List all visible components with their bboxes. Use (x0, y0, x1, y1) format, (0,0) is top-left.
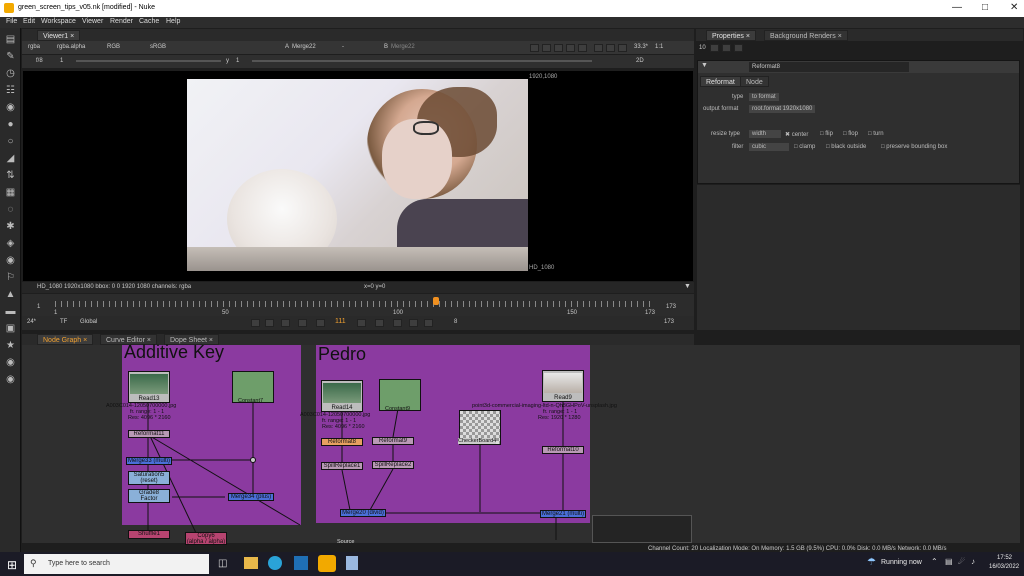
weather-icon: ☂ (867, 557, 876, 568)
node-reformat9[interactable]: Reformat9 (372, 437, 414, 445)
nodegraph-minimap[interactable] (592, 515, 692, 543)
saturation5-sub: (reset) (140, 478, 158, 484)
merge-left-label: Merge33 (multi) (127, 458, 170, 464)
edge-icon[interactable] (268, 556, 282, 570)
node-read13[interactable]: Read13 (128, 371, 170, 403)
node-reformat10[interactable]: Reformat10 (542, 446, 584, 454)
weather-text[interactable]: Running now (881, 559, 922, 566)
mail-icon[interactable] (294, 556, 308, 570)
wifi-icon[interactable]: ☄ (958, 557, 965, 566)
node-merge-right[interactable]: Merge21 (multi) (540, 510, 586, 518)
reformat8-label: Reformat8 (327, 439, 356, 445)
copy6-sub: (alpha / alpha) (186, 539, 226, 545)
read14-res: Res: 4096 * 2160 (322, 424, 365, 430)
dot-node-1[interactable] (250, 457, 256, 463)
constant9-label: Constant9 (385, 406, 411, 412)
clock-date[interactable]: 16/03/2022 (989, 564, 1019, 570)
read9-thumbnail (544, 373, 582, 393)
node-reformat11[interactable]: Reformat11 (128, 430, 170, 438)
taskbar-search-box[interactable]: ⚲ Type here to search (24, 554, 209, 574)
spillreplace1-label: SpillReplace1 (323, 463, 361, 469)
node-shuffle1[interactable]: Shuffle1 (128, 530, 170, 539)
reformat11-label: Reformat11 (133, 431, 165, 437)
node-read14[interactable]: Read14 (321, 380, 363, 412)
file-explorer-icon[interactable] (244, 557, 258, 569)
reformat10-label: Reformat10 (547, 447, 579, 453)
clock-time[interactable]: 17:52 (997, 555, 1012, 561)
read9-label: Read9 (554, 395, 572, 401)
read13-res: Res: 4096 * 2160 (128, 415, 171, 421)
search-icon: ⚲ (30, 558, 37, 568)
node-merge-left[interactable]: Merge33 (multi) (126, 457, 172, 465)
node-reformat8[interactable]: Reformat8 (321, 438, 363, 446)
checkerboard4-label: CheckerBoard4 (458, 438, 497, 444)
grade8-sub: Factor (140, 496, 158, 502)
merge34-label: Merge34 (plus) (230, 494, 272, 500)
read9-res: Res: 1920 * 1280 (538, 415, 581, 421)
source-label: Source (337, 539, 355, 545)
constant7-label: Constant7 (238, 398, 264, 404)
windows-taskbar: ⊞ ⚲ Type here to search ◫ ☂ Running now … (0, 552, 1024, 576)
shuffle1-label: Shuffle1 (138, 531, 160, 537)
node-merge34[interactable]: Merge34 (plus) (228, 493, 274, 501)
network-icon[interactable]: ▤ (945, 557, 953, 566)
read13-thumbnail (130, 374, 168, 394)
node-saturation5[interactable]: Saturation5 (reset) (128, 471, 170, 485)
reformat9-label: Reformat9 (378, 438, 407, 444)
node-spillreplace1[interactable]: SpillReplace1 (321, 462, 363, 470)
search-placeholder: Type here to search (48, 560, 110, 567)
node-spillreplace2[interactable]: SpillReplace2 (372, 461, 414, 469)
read14-label: Read14 (331, 405, 353, 411)
merge-pedro-label: Merge20 (divid) (342, 510, 384, 516)
read14-thumbnail (323, 383, 361, 403)
node-copy6[interactable]: Copy6 (alpha / alpha) (185, 532, 227, 545)
node-read9[interactable]: Read9 (542, 370, 584, 402)
windows-start-icon[interactable]: ⊞ (7, 558, 17, 572)
node-grade8[interactable]: Grade8 Factor (128, 489, 170, 503)
volume-icon[interactable]: ♪ (971, 557, 975, 566)
notepad-icon[interactable] (346, 556, 358, 570)
nuke-taskbar-icon[interactable] (318, 555, 336, 572)
tray-chevron-icon[interactable]: ⌃ (931, 557, 938, 566)
node-merge-pedro[interactable]: Merge20 (divid) (340, 509, 386, 517)
read13-label: Read13 (138, 396, 160, 402)
task-view-icon[interactable]: ◫ (218, 558, 227, 569)
merge-right-label: Merge21 (multi) (541, 511, 584, 517)
spillreplace2-label: SpillReplace2 (374, 462, 412, 468)
